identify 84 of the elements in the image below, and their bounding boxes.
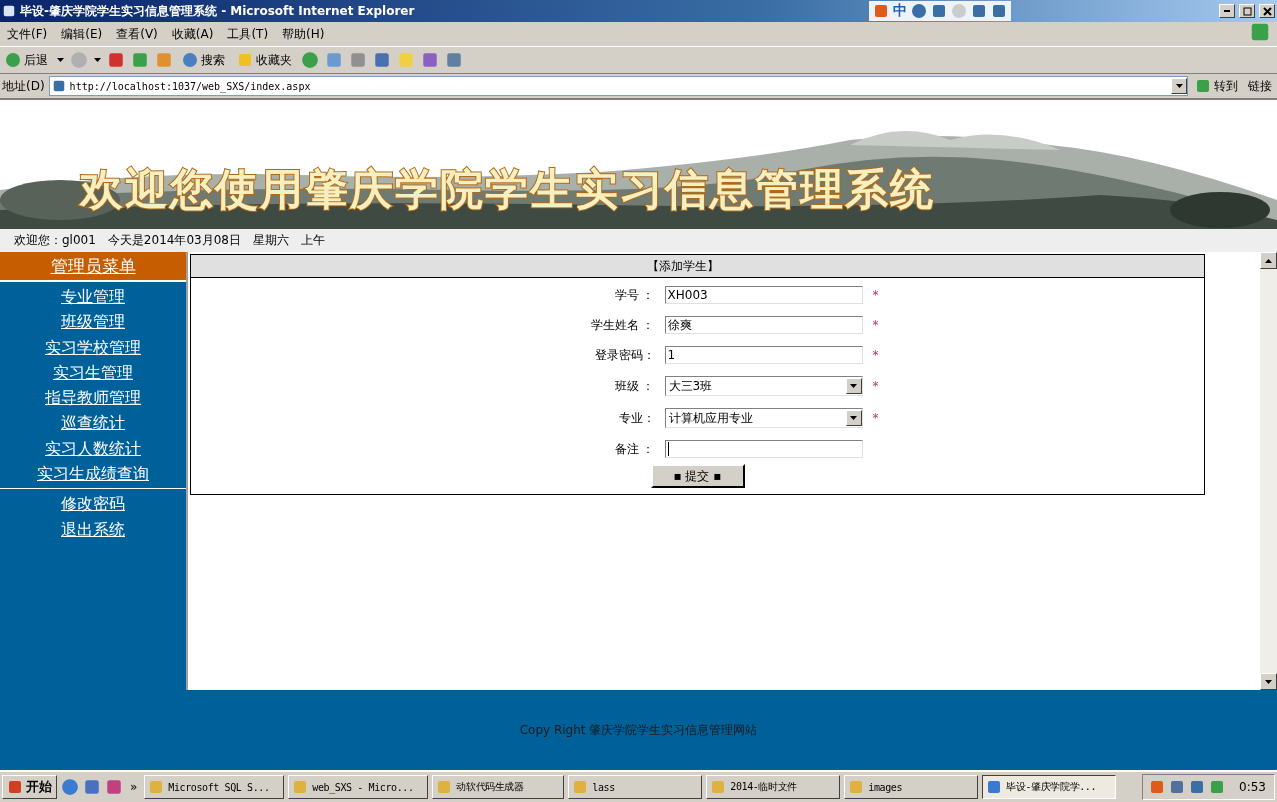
form-title: 【添加学生】	[191, 255, 1204, 278]
caret-icon	[850, 416, 857, 420]
sidebar-link[interactable]: 实习学校管理	[45, 334, 141, 360]
links-button[interactable]: 链接	[1245, 77, 1275, 95]
back-button[interactable]: 后退	[2, 51, 51, 69]
app-icon	[572, 779, 589, 795]
sidebar-link[interactable]: 实习生成绩查询	[37, 461, 149, 487]
select-field[interactable]: 计算机应用专业	[664, 408, 863, 428]
app-icon	[436, 779, 453, 795]
favorites-button[interactable]: 收藏夹	[234, 51, 295, 69]
restore-button[interactable]	[1239, 4, 1255, 18]
sidebar-title: 管理员菜单	[0, 252, 186, 282]
required-mark: *	[872, 411, 880, 425]
minimize-button[interactable]	[1219, 4, 1235, 18]
close-button[interactable]	[1259, 4, 1275, 18]
required-mark: *	[872, 379, 880, 393]
menu-item[interactable]: 编辑(E)	[54, 25, 110, 43]
info-text: 星期六	[252, 232, 289, 249]
field-label: 班级 ：	[613, 377, 655, 395]
sidebar-link[interactable]: 实习人数统计	[45, 435, 141, 462]
field-label: 学号 ：	[613, 286, 655, 304]
app-icon[interactable]	[105, 778, 123, 796]
sidebar-link[interactable]: 修改密码	[61, 491, 125, 517]
app-icon	[986, 779, 1003, 795]
app-icon	[292, 779, 309, 795]
minimize-icon	[1224, 10, 1230, 12]
input-field[interactable]	[664, 440, 863, 458]
caret-icon	[850, 384, 857, 388]
up-arrow-icon	[1265, 258, 1272, 263]
down-arrow-icon	[1265, 679, 1272, 684]
menu-item[interactable]: 收藏(A)	[164, 25, 221, 43]
window-title: 毕设-肇庆学院学生实习信息管理系统 - Microsoft Internet Explorer	[20, 2, 416, 20]
sidebar-link[interactable]: 巡查统计	[61, 410, 125, 436]
sidebar-link[interactable]: 实习生管理	[53, 359, 133, 386]
search-button[interactable]: 搜索	[179, 51, 228, 69]
input-field[interactable]: 1	[664, 346, 863, 364]
app-icon	[710, 779, 727, 795]
caret-icon	[1175, 84, 1183, 88]
caret-icon	[57, 58, 64, 62]
menu-item[interactable]: 文件(F)	[0, 25, 55, 43]
info-text: 今天是2014年03月08日	[107, 232, 241, 249]
submit-button[interactable]: ▪ 提交 ▪	[650, 464, 745, 488]
menu-item[interactable]: 工具(T)	[220, 25, 276, 43]
go-button[interactable]: 转到	[1192, 77, 1241, 95]
field-label: 专业：	[617, 409, 655, 427]
menu-item[interactable]: 帮助(H)	[275, 25, 332, 43]
input-field[interactable]: 徐爽	[664, 316, 863, 334]
select-field[interactable]: 大三3班	[664, 376, 863, 396]
ime-mode[interactable]: 中	[893, 2, 907, 20]
banner-title: 欢迎您使用肇庆学院学生实习信息管理系统	[80, 163, 936, 216]
restore-icon	[1242, 6, 1252, 16]
field-label: 备注 ：	[613, 440, 655, 458]
taskbar-button[interactable]: Microsoft SQL S...	[144, 775, 285, 799]
required-mark: *	[872, 288, 880, 302]
taskbar-button[interactable]: images	[844, 775, 979, 799]
taskbar-button[interactable]: 2014-临时文件	[706, 775, 841, 799]
field-label: 学生姓名 ：	[589, 316, 655, 334]
footer-text: Copy Right 肇庆学院学生实习信息管理网站	[519, 721, 758, 739]
info-text: 欢迎您：gl001	[14, 232, 96, 249]
field-label: 登录密码：	[593, 346, 655, 364]
clock: 0:53	[1239, 780, 1266, 794]
required-mark: *	[872, 348, 880, 362]
sidebar-link[interactable]: 班级管理	[61, 309, 125, 335]
info-text: 上午	[300, 232, 325, 249]
app-icon[interactable]	[83, 778, 101, 796]
address-field[interactable]: http://localhost:1037/web_SXS/index.aspx	[48, 76, 1188, 96]
address-label: 地址(D)	[2, 77, 45, 95]
caret-icon	[94, 58, 101, 62]
sidebar-link[interactable]: 指导教师管理	[45, 385, 141, 411]
app-icon	[148, 779, 165, 795]
taskbar-button[interactable]: 动软代码生成器	[432, 775, 565, 799]
more-button[interactable]: »	[127, 780, 141, 794]
sidebar-link[interactable]: 专业管理	[61, 284, 125, 310]
close-icon	[1262, 6, 1272, 16]
input-field[interactable]: XH003	[664, 286, 863, 304]
required-mark: *	[872, 318, 880, 332]
sidebar-link[interactable]: 退出系统	[61, 516, 125, 542]
menu-item[interactable]: 查看(V)	[109, 25, 165, 43]
taskbar-button[interactable]: lass	[568, 775, 703, 799]
taskbar-button[interactable]: web_SXS - Micro...	[288, 775, 429, 799]
start-button[interactable]: 开始	[2, 775, 57, 799]
taskbar-button[interactable]: 毕设-肇庆学院学...	[982, 775, 1117, 799]
scrollbar[interactable]	[1260, 252, 1277, 690]
app-icon	[848, 779, 865, 795]
